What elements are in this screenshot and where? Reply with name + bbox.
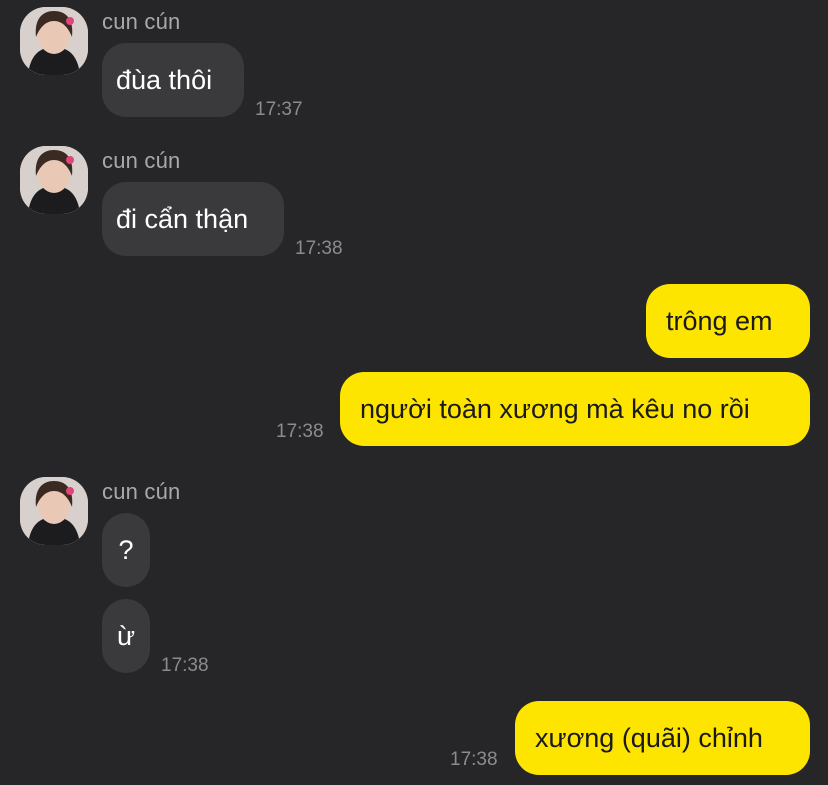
- message-text: đùa thôi: [116, 65, 213, 95]
- message-text: trông em: [666, 306, 773, 336]
- contact-name: cun cún: [102, 479, 181, 504]
- message-bubble-incoming[interactable]: đùa thôi: [102, 43, 244, 117]
- message-bubble-incoming[interactable]: đi cẩn thận: [102, 182, 284, 256]
- message-bubble-incoming[interactable]: ?: [102, 513, 150, 587]
- contact-name: cun cún: [102, 9, 181, 34]
- message-text: ừ: [116, 621, 136, 651]
- message-timestamp: 17:38: [276, 421, 324, 442]
- contact-avatar[interactable]: [20, 7, 88, 75]
- message-timestamp: 17:38: [295, 238, 343, 259]
- message-bubble-outgoing[interactable]: trông em: [646, 284, 810, 358]
- contact-avatar[interactable]: [20, 477, 88, 545]
- contact-name: cun cún: [102, 148, 181, 173]
- message-timestamp: 17:38: [450, 749, 498, 770]
- message-timestamp: 17:38: [161, 655, 209, 676]
- message-text: người toàn xương mà kêu no rồi: [360, 394, 750, 424]
- message-bubble-incoming[interactable]: ừ: [102, 599, 150, 673]
- message-timestamp: 17:37: [255, 99, 303, 120]
- message-text: xương (quãi) chỉnh: [535, 723, 763, 753]
- message-text: đi cẩn thận: [116, 204, 249, 234]
- message-bubble-outgoing[interactable]: người toàn xương mà kêu no rồi: [340, 372, 810, 446]
- message-bubble-outgoing[interactable]: xương (quãi) chỉnh: [515, 701, 810, 775]
- message-text: ?: [118, 535, 134, 565]
- contact-avatar[interactable]: [20, 146, 88, 214]
